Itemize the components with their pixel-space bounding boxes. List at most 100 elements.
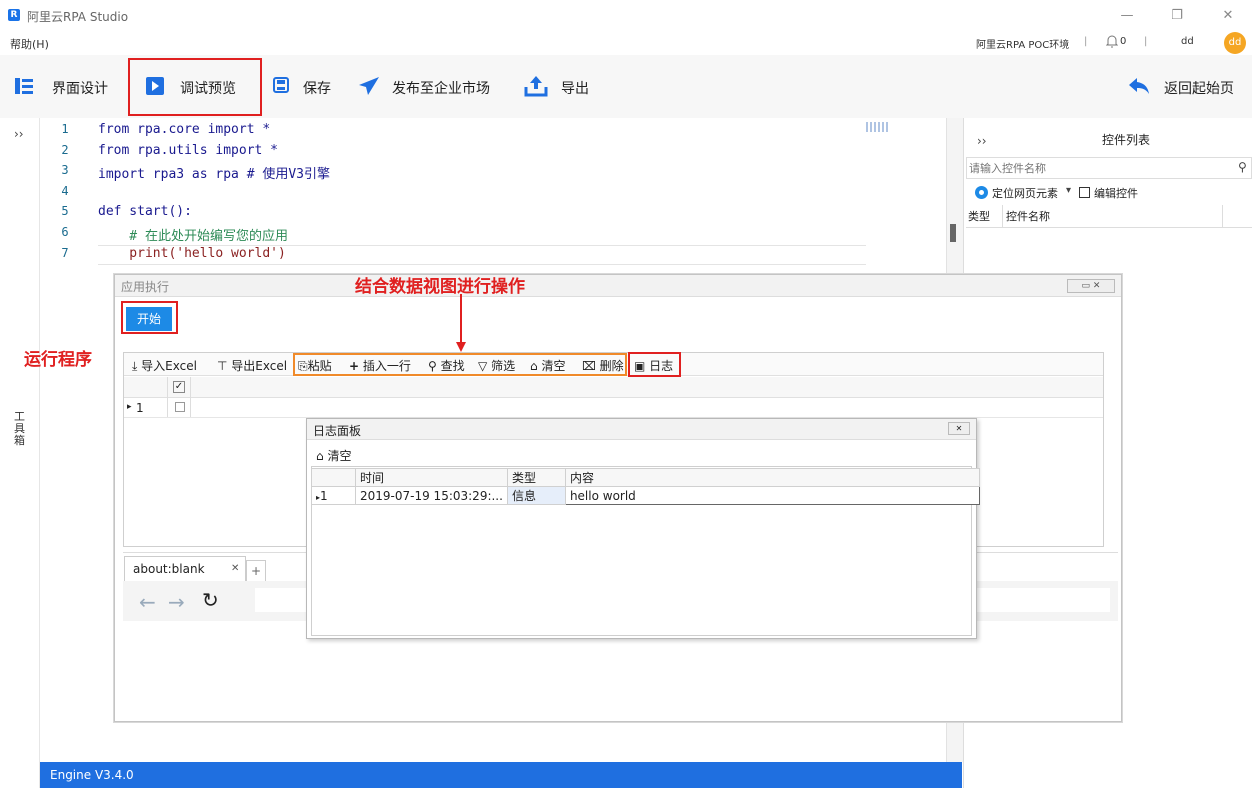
column-control-name: 控件名称 (1006, 210, 1050, 223)
trash-icon: ⌧ (582, 359, 596, 373)
user-name[interactable]: dd (1181, 36, 1194, 47)
save-button[interactable]: 保存 (303, 78, 331, 98)
clear-button[interactable]: ⌂ 清空 (530, 357, 565, 374)
grid-header (124, 377, 1103, 398)
log-row[interactable]: ▸1 2019-07-19 15:03:29:... 信息 hello worl… (311, 486, 980, 505)
layout-design-icon (14, 77, 33, 95)
notification-count: 0 (1120, 36, 1127, 47)
locate-dropdown-icon[interactable]: ▾ (1066, 185, 1071, 196)
code-line[interactable]: from rpa.utils import * (98, 143, 278, 158)
locate-element-button[interactable]: 定位网页元素 (992, 185, 1058, 201)
log-panel-close-button[interactable]: ✕ (948, 422, 970, 435)
export-excel-label: 导出Excel (231, 359, 288, 373)
bell-icon[interactable] (1105, 34, 1119, 48)
log-row-number: ▸1 (311, 486, 356, 505)
new-tab-button[interactable]: + (246, 560, 266, 582)
minimap (866, 122, 888, 132)
log-row-num: 1 (320, 488, 328, 503)
code-line[interactable]: from rpa.core import * (98, 122, 270, 137)
browser-tab-title: about:blank (133, 562, 205, 576)
log-row-content[interactable]: hello world (564, 486, 980, 505)
insert-row-button[interactable]: + 插入一行 (349, 357, 411, 374)
line-number: 2 (61, 142, 69, 157)
restore-button[interactable]: ❐ (1164, 6, 1190, 26)
find-button[interactable]: ⚲ 查找 (428, 357, 465, 374)
paste-button[interactable]: ⎘粘贴 (298, 357, 332, 374)
log-clear-label: 清空 (327, 449, 352, 463)
debug-preview-button[interactable]: 调试预览 (180, 78, 236, 98)
log-icon: ▣ (634, 359, 646, 373)
send-icon (358, 76, 380, 96)
annotation-run: 运行程序 (24, 350, 92, 370)
export-icon (523, 75, 549, 97)
exec-window-titlebar (115, 275, 1121, 297)
log-label: 日志 (649, 359, 674, 373)
minimize-button[interactable]: — (1114, 6, 1140, 26)
broom-icon: ⌂ (530, 359, 538, 373)
refresh-icon[interactable]: ↻ (202, 588, 219, 612)
log-row-type: 信息 (506, 486, 566, 505)
plus-icon: + (349, 359, 360, 373)
import-excel-button[interactable]: ⤓ 导入Excel (132, 357, 197, 374)
log-clear-button[interactable]: ⌂ 清空 (316, 447, 351, 464)
back-icon[interactable]: ← (139, 590, 156, 614)
exec-window-controls[interactable]: ▭ ✕ (1067, 279, 1115, 293)
log-row-time: 2019-07-19 15:03:29:... (355, 486, 508, 505)
toolbox-tab[interactable]: 工具箱 (14, 411, 28, 447)
forward-icon[interactable]: → (168, 590, 185, 614)
code-line[interactable]: print('hello world') (98, 246, 286, 261)
title-bar (0, 0, 1252, 32)
paste-label: 粘贴 (307, 359, 332, 373)
annotation-combine: 结合数据视图进行操作 (355, 277, 525, 297)
line-number: 3 (61, 163, 69, 178)
start-button[interactable]: 开始 (126, 307, 172, 331)
code-line[interactable]: # 在此处开始编写您的应用 (98, 225, 288, 244)
scrollbar-thumb[interactable] (950, 224, 956, 242)
left-sidebar (0, 118, 40, 788)
column-type: 类型 (968, 210, 990, 223)
row-checkbox[interactable] (175, 402, 185, 412)
divider: | (1144, 36, 1148, 47)
save-icon (273, 77, 289, 93)
tab-close-icon[interactable]: ✕ (231, 563, 239, 574)
avatar[interactable]: dd (1224, 32, 1246, 54)
back-to-start-button[interactable]: 返回起始页 (1164, 78, 1234, 98)
filter-button[interactable]: ▽ 筛选 (478, 357, 515, 374)
delete-button[interactable]: ⌧ 删除 (582, 357, 624, 374)
export-excel-button[interactable]: ⊤ 导出Excel (217, 357, 287, 374)
log-button[interactable]: ▣ 日志 (634, 357, 673, 374)
line-number: 1 (61, 122, 69, 136)
divider (167, 377, 168, 417)
back-arrow-icon (1128, 76, 1150, 96)
exec-window-title: 应用执行 (121, 280, 170, 294)
line-number: 7 (61, 245, 69, 260)
line-number: 6 (61, 225, 69, 239)
broom-icon: ⌂ (316, 449, 324, 463)
import-excel-label: 导入Excel (141, 359, 197, 373)
divider (1222, 205, 1223, 227)
delete-label: 删除 (599, 359, 624, 373)
controls-search-input[interactable] (966, 157, 1252, 179)
locate-icon (975, 186, 988, 199)
edit-controls-button[interactable]: 编辑控件 (1094, 185, 1138, 201)
menu-help[interactable]: 帮助(H) (10, 36, 49, 52)
code-line[interactable]: def start(): (98, 204, 192, 219)
app-logo-icon: R (8, 9, 20, 21)
log-header-type: 类型 (506, 468, 566, 487)
export-button[interactable]: 导出 (561, 78, 589, 98)
log-header-content: 内容 (564, 468, 980, 487)
paste-icon: ⎘ (298, 359, 308, 373)
environment-label[interactable]: 阿里云RPA POC环境 (976, 36, 1069, 51)
import-icon: ⤓ (132, 359, 138, 373)
design-button[interactable]: 界面设计 (52, 78, 108, 98)
divider (190, 377, 191, 417)
select-all-checkbox[interactable]: ✓ (173, 381, 185, 393)
search-icon[interactable]: ⚲ (1238, 160, 1247, 174)
log-panel-titlebar (307, 419, 976, 440)
collapse-toggle[interactable]: ›› (14, 127, 24, 141)
publish-button[interactable]: 发布至企业市场 (392, 78, 490, 98)
line-number: 4 (61, 183, 69, 198)
code-line[interactable]: import rpa3 as rpa # 使用V3引擎 (98, 163, 330, 182)
close-button[interactable]: ✕ (1215, 6, 1241, 26)
controls-collapse-toggle[interactable]: ›› (977, 134, 987, 148)
